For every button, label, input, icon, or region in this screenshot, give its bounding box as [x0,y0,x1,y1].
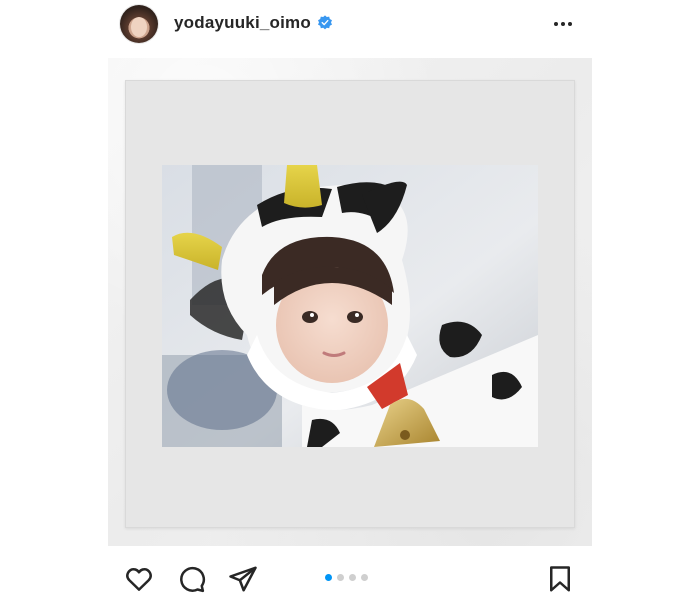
carousel-dot [349,574,356,581]
more-options-button[interactable] [548,12,578,36]
photo-illustration [162,165,538,447]
post-photo [162,165,538,447]
post-media[interactable] [108,58,592,546]
instagram-post: yodayuuki_oimo [0,0,700,600]
username-link[interactable]: yodayuuki_oimo [174,13,311,33]
heart-outline-icon[interactable] [124,564,154,594]
avatar-face [131,17,147,37]
carousel-dot [361,574,368,581]
verified-badge-icon [318,15,332,30]
more-dot [568,22,572,26]
more-horizontal-icon [554,22,558,26]
carousel-dot [337,574,344,581]
comment-bubble-icon[interactable] [176,564,206,594]
carousel-dot-active [325,574,332,581]
avatar[interactable] [120,5,158,43]
carousel-indicator [325,574,368,581]
paper-plane-icon[interactable] [228,564,258,594]
polaroid-frame [125,80,575,528]
bookmark-outline-icon[interactable] [545,564,575,594]
post-header: yodayuuki_oimo [0,0,700,52]
more-dot [561,22,565,26]
post-actions-bar [0,556,700,600]
